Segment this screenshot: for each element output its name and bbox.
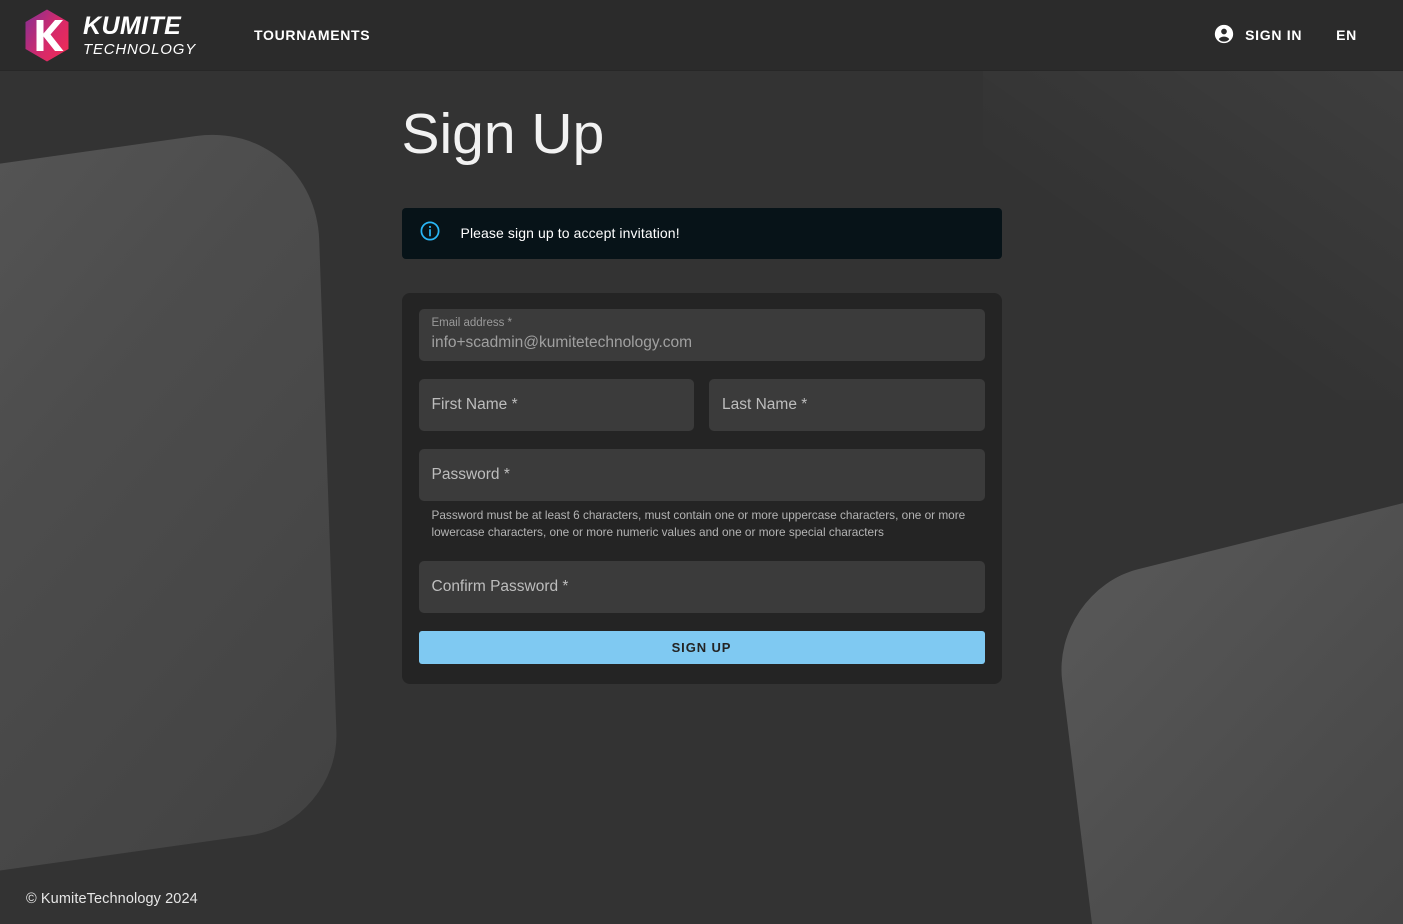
- account-circle-icon: [1213, 23, 1235, 48]
- last-name-placeholder: Last Name *: [722, 396, 808, 414]
- sign-in-label: SIGN IN: [1245, 27, 1303, 43]
- sign-up-submit-button[interactable]: SIGN UP: [418, 630, 985, 664]
- brand-name-primary: KUMITE: [83, 12, 182, 40]
- brand-wordmark: KUMITE TECHNOLOGY: [83, 12, 197, 58]
- page-main: Sign Up Please sign up to accept invitat…: [0, 71, 1403, 924]
- language-selector-button[interactable]: EN: [1336, 27, 1357, 43]
- first-name-placeholder: First Name *: [431, 396, 518, 414]
- email-field-label: Email address *: [431, 316, 513, 329]
- brand-name-secondary: TECHNOLOGY: [83, 41, 197, 58]
- password-field[interactable]: Password *: [418, 448, 985, 501]
- password-placeholder: Password *: [431, 466, 510, 484]
- signup-form-card: Email address * info+scadmin@kumitetechn…: [401, 292, 1002, 684]
- name-fields-row: First Name * Last Name *: [418, 378, 985, 449]
- top-navigation-bar: KUMITE TECHNOLOGY TOURNAMENTS SIGN IN EN: [0, 0, 1403, 71]
- email-field-value: info+scadmin@kumitetechnology.com: [431, 334, 693, 352]
- copyright-text: © KumiteTechnology 2024: [26, 891, 198, 907]
- brand-logo-link[interactable]: KUMITE TECHNOLOGY: [22, 8, 196, 63]
- kumite-hexagon-logo-icon: [22, 8, 72, 63]
- password-requirements-hint: Password must be at least 6 characters, …: [431, 507, 966, 539]
- sign-in-button[interactable]: SIGN IN: [1213, 23, 1302, 48]
- confirm-password-placeholder: Confirm Password *: [431, 578, 569, 596]
- info-circle-icon: [419, 220, 441, 247]
- main-nav: TOURNAMENTS: [254, 27, 370, 43]
- last-name-field[interactable]: Last Name *: [709, 378, 985, 431]
- page-title: Sign Up: [401, 102, 605, 166]
- signup-content: Sign Up Please sign up to accept invitat…: [401, 71, 1002, 684]
- email-field[interactable]: Email address * info+scadmin@kumitetechn…: [418, 308, 985, 361]
- alert-message: Please sign up to accept invitation!: [460, 225, 680, 242]
- confirm-password-field[interactable]: Confirm Password *: [418, 560, 985, 613]
- info-alert-banner: Please sign up to accept invitation!: [401, 207, 1002, 259]
- top-bar-actions: SIGN IN EN: [1213, 23, 1381, 48]
- page-footer: © KumiteTechnology 2024: [0, 890, 1403, 924]
- nav-item-tournaments[interactable]: TOURNAMENTS: [254, 27, 370, 43]
- first-name-field[interactable]: First Name *: [418, 378, 694, 431]
